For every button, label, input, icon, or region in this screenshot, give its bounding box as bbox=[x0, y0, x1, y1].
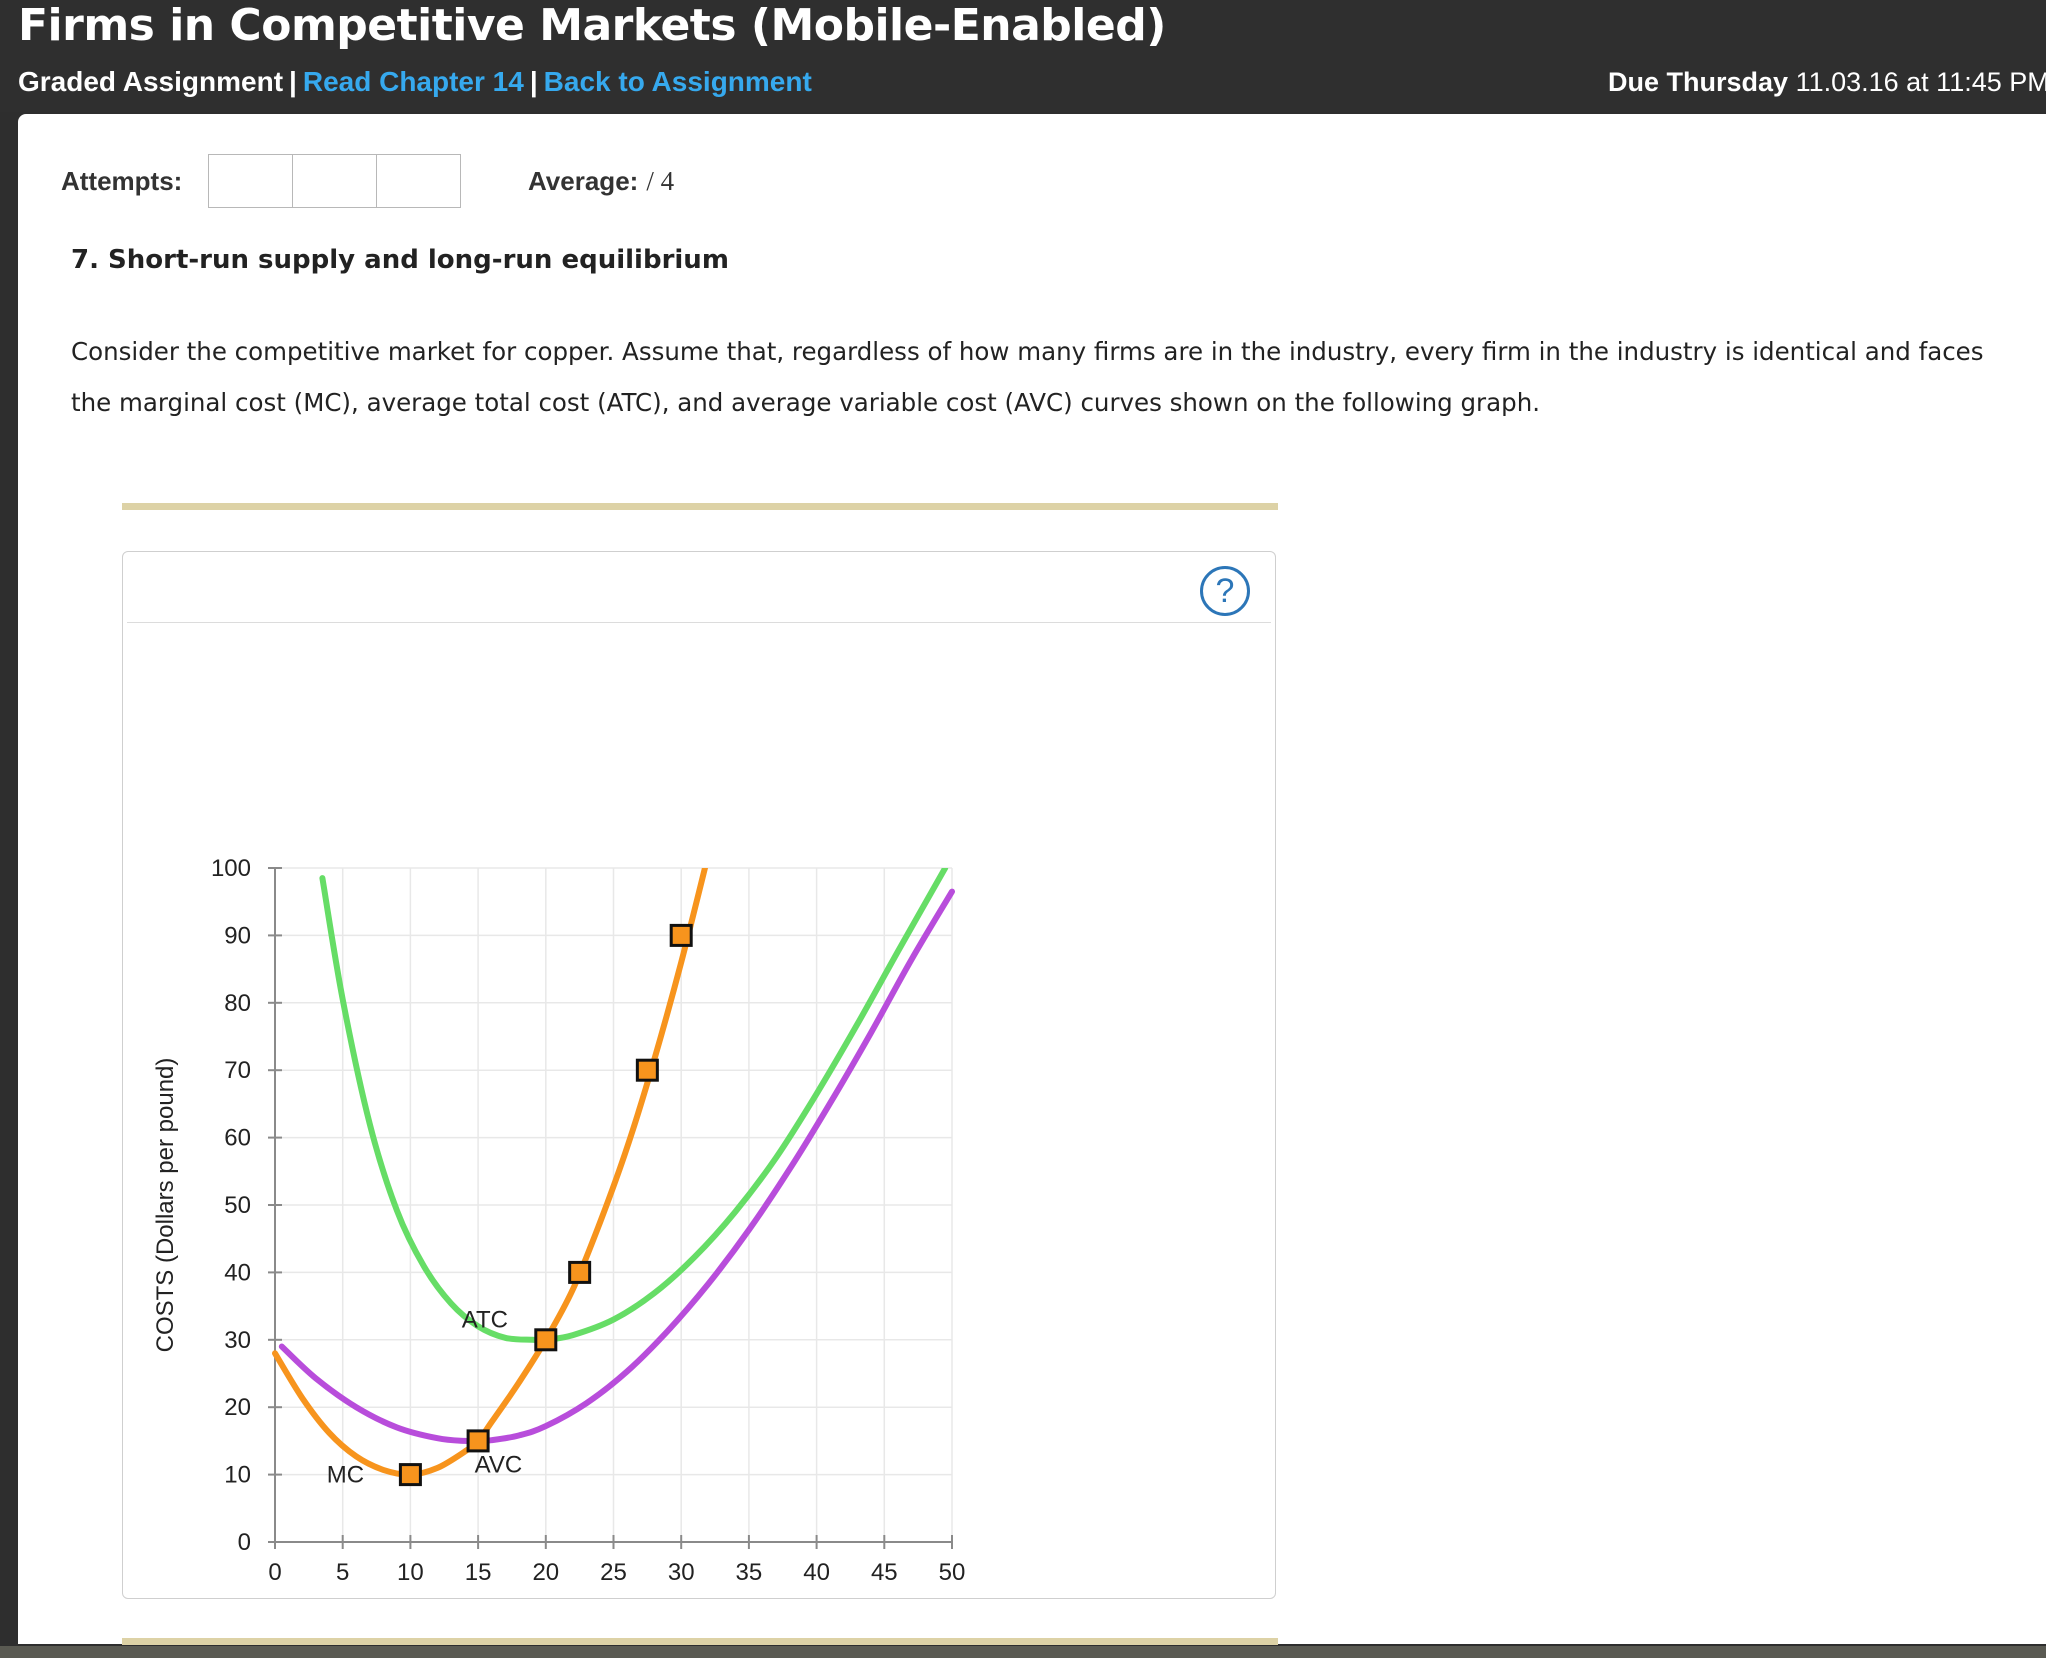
mc-point-marker bbox=[669, 923, 693, 947]
page-title: Firms in Competitive Markets (Mobile-Ena… bbox=[18, 0, 1166, 51]
attempt-box bbox=[376, 154, 461, 208]
divider-rule bbox=[122, 503, 1278, 510]
curve-mc bbox=[272, 868, 709, 1478]
mc-point-marker bbox=[635, 1058, 659, 1082]
y-tick-label: 70 bbox=[224, 1057, 251, 1084]
question-title: 7. Short-run supply and long-run equilib… bbox=[71, 245, 729, 275]
back-to-assignment-link[interactable]: Back to Assignment bbox=[544, 66, 812, 97]
y-tick-label: 90 bbox=[224, 922, 251, 949]
mc-point-marker bbox=[534, 1328, 558, 1352]
mc-point-marker bbox=[398, 1463, 422, 1487]
x-tick-label: 0 bbox=[268, 1559, 281, 1586]
x-tick-label: 20 bbox=[532, 1559, 559, 1586]
header-bar: Firms in Competitive Markets (Mobile-Ena… bbox=[0, 0, 2046, 112]
y-tick-label: 0 bbox=[238, 1529, 251, 1556]
mc-point-marker bbox=[568, 1260, 592, 1284]
bottom-strip bbox=[0, 1646, 2046, 1658]
x-tick-label: 30 bbox=[668, 1559, 695, 1586]
due-date: Due Thursday 11.03.16 at 11:45 PM bbox=[1608, 62, 2046, 102]
x-tick-label: 5 bbox=[336, 1559, 349, 1586]
y-axis-title: COSTS (Dollars per pound) bbox=[152, 1058, 179, 1353]
cost-curves-chart[interactable]: 0 5 10 15 20 25 30 35 40 45 50 0 10 20 30 40 50 60 70 80 90 1… bbox=[123, 552, 1275, 1598]
graph-panel: ? 0 5 10 15 20 25 30 35 40 45 50 0 10 20 30 40 50 60 70 80 9… bbox=[122, 551, 1276, 1599]
mc-point-marker bbox=[466, 1429, 490, 1453]
due-value: 11.03.16 at 11:45 PM bbox=[1795, 67, 2046, 97]
x-tick-label: 15 bbox=[465, 1559, 492, 1586]
separator: | bbox=[529, 66, 538, 97]
graded-assignment-label: Graded Assignment bbox=[18, 66, 284, 97]
y-tick-label: 60 bbox=[224, 1125, 251, 1152]
y-tick-label: 20 bbox=[224, 1394, 251, 1421]
y-tick-label: 50 bbox=[224, 1192, 251, 1219]
x-tick-label: 45 bbox=[871, 1559, 898, 1586]
y-tick-label: 10 bbox=[224, 1462, 251, 1489]
due-label: Due Thursday bbox=[1608, 67, 1789, 97]
attempt-box bbox=[292, 154, 377, 208]
assignment-card: Attempts: Average:/ 4 7. Short-run suppl… bbox=[18, 114, 2046, 1645]
average-value: / 4 bbox=[646, 166, 675, 196]
read-chapter-link[interactable]: Read Chapter 14 bbox=[303, 66, 524, 97]
x-tick-label: 25 bbox=[600, 1559, 627, 1586]
curve-label-atc: ATC bbox=[462, 1307, 508, 1334]
y-tick-label: 100 bbox=[211, 855, 251, 882]
y-tick-label: 30 bbox=[224, 1327, 251, 1354]
curve-atc bbox=[319, 868, 949, 1344]
breadcrumb: Graded Assignment | Read Chapter 14 | Back t… bbox=[18, 62, 812, 102]
average: Average:/ 4 bbox=[528, 159, 674, 203]
curve-label-mc: MC bbox=[327, 1462, 364, 1489]
y-tick-label: 80 bbox=[224, 990, 251, 1017]
attempt-box bbox=[208, 154, 293, 208]
curve-label-avc: AVC bbox=[475, 1451, 523, 1478]
divider-rule bbox=[122, 1638, 1278, 1645]
average-label: Average: bbox=[528, 166, 639, 196]
x-tick-label: 35 bbox=[736, 1559, 763, 1586]
attempts-label: Attempts: bbox=[61, 166, 183, 196]
x-tick-label: 40 bbox=[803, 1559, 830, 1586]
y-tick-label: 40 bbox=[224, 1259, 251, 1286]
question-body: Consider the competitive market for copp… bbox=[71, 337, 1984, 417]
x-tick-label: 10 bbox=[397, 1559, 424, 1586]
x-axis-title: QUANTITY (Thousands of pounds) bbox=[426, 1595, 800, 1598]
separator: | bbox=[289, 66, 297, 97]
x-tick-label: 50 bbox=[939, 1559, 966, 1586]
attempt-boxes bbox=[208, 154, 461, 208]
